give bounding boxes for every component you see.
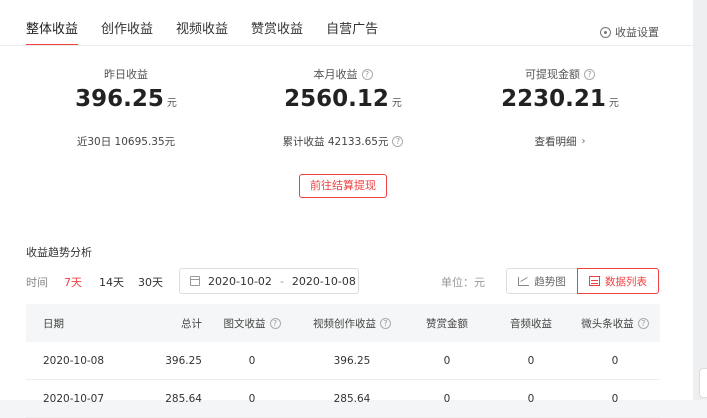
unit-label: 单位：元 <box>441 276 485 289</box>
cell-video: 396.25 <box>333 354 371 367</box>
tab-overall[interactable]: 整体收益 <box>26 20 79 46</box>
trend-chart-button[interactable]: 趋势图 <box>506 268 578 294</box>
tab-divider <box>0 45 693 46</box>
side-widget[interactable] <box>699 368 707 398</box>
cell-video: 285.64 <box>333 392 371 405</box>
cell-tips: 0 <box>443 392 451 405</box>
cell-audio: 0 <box>527 354 535 367</box>
stat-yesterday: 昨日收益 396.25 元 近30日 10695.35元 <box>26 67 226 149</box>
stat-withdrawable: 可提现金额? 2230.21 元 查看明细 › <box>460 67 660 149</box>
date-separator: - <box>279 274 284 288</box>
table-icon <box>589 276 600 286</box>
income-panel: 整体收益 创作收益 视频收益 赞赏收益 自营广告 收益设置 昨日收益 396.2… <box>0 0 693 418</box>
tab-video[interactable]: 视频收益 <box>176 20 228 46</box>
cell-total: 285.64 <box>165 392 202 405</box>
trend-section-title: 收益趋势分析 <box>26 246 92 259</box>
cell-weitoutiao: 0 <box>611 392 619 405</box>
tab-self-ads[interactable]: 自营广告 <box>326 20 378 46</box>
calendar-icon <box>190 276 200 286</box>
stat-label: 可提现金额? <box>460 67 660 81</box>
filter-row: 时间 7天 14天 30天 2020-10-02 - 2020-10-08 单位… <box>26 268 666 294</box>
stat-sub: 累计收益 42133.65元? <box>243 134 443 149</box>
header-weitoutiao: 微头条收益? <box>570 316 660 331</box>
header-article: 图文收益? <box>202 316 302 331</box>
chevron-right-icon: › <box>581 136 586 147</box>
question-circle-icon[interactable]: ? <box>392 136 404 147</box>
page-background-edge <box>693 0 707 400</box>
stat-label: 昨日收益 <box>104 68 148 81</box>
tab-tips[interactable]: 赞赏收益 <box>251 20 303 46</box>
date-start: 2020-10-02 <box>208 274 272 288</box>
header-date: 日期 <box>43 317 64 330</box>
cell-date: 2020-10-08 <box>43 354 105 367</box>
range-7-days[interactable]: 7天 <box>64 274 82 290</box>
cell-article: 0 <box>248 392 256 405</box>
table-row: 2020-10-08 396.25 0 396.25 0 0 0 <box>26 342 660 380</box>
cell-date: 2020-10-07 <box>43 392 105 405</box>
stat-sub: 近30日 10695.35元 <box>76 136 176 148</box>
stat-value: 396.25 元 <box>75 86 177 112</box>
stat-this-month: 本月收益? 2560.12 元 累计收益 42133.65元? <box>243 67 443 149</box>
data-list-button[interactable]: 数据列表 <box>577 268 659 294</box>
line-chart-icon <box>518 276 530 286</box>
cell-total: 396.25 <box>165 354 202 367</box>
settings-label: 收益设置 <box>615 26 659 39</box>
data-list-label: 数据列表 <box>605 275 647 288</box>
question-circle-icon[interactable]: ? <box>637 317 649 329</box>
date-end: 2020-10-08 <box>291 274 356 288</box>
question-circle-icon[interactable]: ? <box>584 68 595 80</box>
header-total: 总计 <box>181 317 202 330</box>
settings-icon <box>600 26 611 38</box>
header-tips: 赞赏金额 <box>426 317 468 330</box>
header-audio: 音频收益 <box>510 317 552 330</box>
trend-chart-label: 趋势图 <box>534 275 566 288</box>
settle-withdraw-button[interactable]: 前往结算提现 <box>299 174 387 198</box>
cell-audio: 0 <box>527 392 535 405</box>
stat-value: 2560.12 元 <box>284 86 402 112</box>
question-circle-icon[interactable]: ? <box>380 317 391 329</box>
cell-weitoutiao: 0 <box>611 354 619 367</box>
table-row: 2020-10-07 285.64 0 285.64 0 0 0 <box>26 380 660 418</box>
stat-label: 本月收益? <box>243 67 443 81</box>
range-14-days[interactable]: 14天 <box>99 274 124 290</box>
table-header: 日期 总计 图文收益? 视频创作收益? 赞赏金额 音频收益 微头条收益? <box>26 304 660 342</box>
header-video: 视频创作收益? <box>302 316 402 331</box>
date-range-picker[interactable]: 2020-10-02 - 2020-10-08 <box>179 268 359 294</box>
range-30-days[interactable]: 30天 <box>138 274 163 290</box>
income-table: 日期 总计 图文收益? 视频创作收益? 赞赏金额 音频收益 微头条收益? 202… <box>26 304 660 418</box>
question-circle-icon[interactable]: ? <box>269 317 281 329</box>
stat-value: 2230.21 元 <box>501 86 619 112</box>
tab-creation[interactable]: 创作收益 <box>101 20 153 46</box>
time-label: 时间 <box>26 276 48 289</box>
cell-article: 0 <box>248 354 256 367</box>
income-tabs: 整体收益 创作收益 视频收益 赞赏收益 自营广告 <box>26 20 401 46</box>
view-details-link[interactable]: 查看明细 › <box>460 134 660 149</box>
cell-tips: 0 <box>443 354 451 367</box>
income-settings-link[interactable]: 收益设置 <box>600 24 659 40</box>
question-circle-icon[interactable]: ? <box>361 68 373 80</box>
